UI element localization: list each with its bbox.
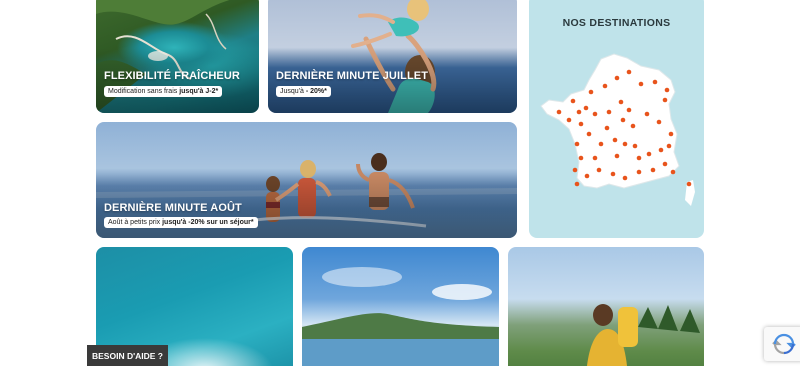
destination-marker[interactable] [574, 181, 580, 187]
destination-marker[interactable] [658, 147, 664, 153]
destination-marker[interactable] [662, 97, 668, 103]
card-promo-chip: Jusqu'à - 20%* [276, 86, 331, 97]
destination-marker[interactable] [664, 87, 670, 93]
destination-marker[interactable] [566, 117, 572, 123]
destination-marker[interactable] [610, 171, 616, 177]
destination-marker[interactable] [652, 79, 658, 85]
destination-marker[interactable] [576, 109, 582, 115]
destination-marker[interactable] [650, 167, 656, 173]
offer-card-juillet[interactable]: Dernière minute juillet Jusqu'à - 20%* [268, 0, 517, 113]
destination-marker[interactable] [592, 111, 598, 117]
destination-marker[interactable] [636, 155, 642, 161]
destination-marker[interactable] [578, 155, 584, 161]
destination-marker[interactable] [622, 141, 628, 147]
destination-marker[interactable] [686, 181, 692, 187]
destination-marker[interactable] [636, 169, 642, 175]
france-map [540, 53, 695, 206]
destination-marker[interactable] [626, 69, 632, 75]
destination-marker[interactable] [588, 89, 594, 95]
destination-marker[interactable] [666, 143, 672, 149]
offer-card-flexibilite[interactable]: Flexibilité fraîcheur Modification sans … [96, 0, 259, 113]
destination-marker[interactable] [662, 161, 668, 167]
destination-marker[interactable] [586, 131, 592, 137]
destination-marker[interactable] [574, 141, 580, 147]
destination-marker[interactable] [622, 175, 628, 181]
destination-marker[interactable] [638, 81, 644, 87]
card-title: Dernière minute août [104, 202, 242, 214]
destination-marker[interactable] [604, 125, 610, 131]
hiker-photo [508, 247, 704, 366]
recaptcha-icon [772, 333, 796, 355]
card-promo-chip: Modification sans frais jusqu'à J-2* [104, 86, 223, 97]
destinations-map-card[interactable]: NOS DESTINATIONS [529, 0, 704, 238]
destination-marker[interactable] [572, 167, 578, 173]
destination-marker[interactable] [578, 121, 584, 127]
card-promo-chip: Août à petits prix jusqu'à -20% sur un s… [104, 217, 258, 228]
destination-marker[interactable] [598, 141, 604, 147]
destination-marker[interactable] [556, 109, 562, 115]
destination-marker[interactable] [656, 119, 662, 125]
help-button[interactable]: BESOIN D'AIDE ? [87, 345, 168, 366]
destination-marker[interactable] [602, 83, 608, 89]
destination-marker[interactable] [614, 153, 620, 159]
destination-marker[interactable] [670, 169, 676, 175]
destination-marker[interactable] [612, 137, 618, 143]
destination-marker[interactable] [592, 155, 598, 161]
recaptcha-badge[interactable] [764, 327, 800, 361]
destination-card-hiking[interactable] [508, 247, 704, 366]
destination-marker[interactable] [632, 143, 638, 149]
destination-marker[interactable] [584, 173, 590, 179]
destination-marker[interactable] [646, 151, 652, 157]
destination-marker[interactable] [620, 117, 626, 123]
offer-card-aout[interactable]: Dernière minute août Août à petits prix … [96, 122, 517, 238]
destination-marker[interactable] [596, 167, 602, 173]
destination-marker[interactable] [606, 109, 612, 115]
destination-card-island[interactable] [302, 247, 499, 366]
destination-marker[interactable] [668, 131, 674, 137]
destination-marker[interactable] [626, 107, 632, 113]
destination-marker[interactable] [618, 99, 624, 105]
page: Flexibilité fraîcheur Modification sans … [0, 0, 800, 366]
destination-marker[interactable] [614, 75, 620, 81]
card-title: Flexibilité fraîcheur [104, 70, 240, 82]
island-landscape-photo [302, 247, 499, 366]
destination-marker[interactable] [570, 98, 576, 104]
destination-marker[interactable] [630, 123, 636, 129]
card-title: Dernière minute juillet [276, 70, 429, 82]
destination-marker[interactable] [583, 105, 589, 111]
destination-marker[interactable] [644, 111, 650, 117]
